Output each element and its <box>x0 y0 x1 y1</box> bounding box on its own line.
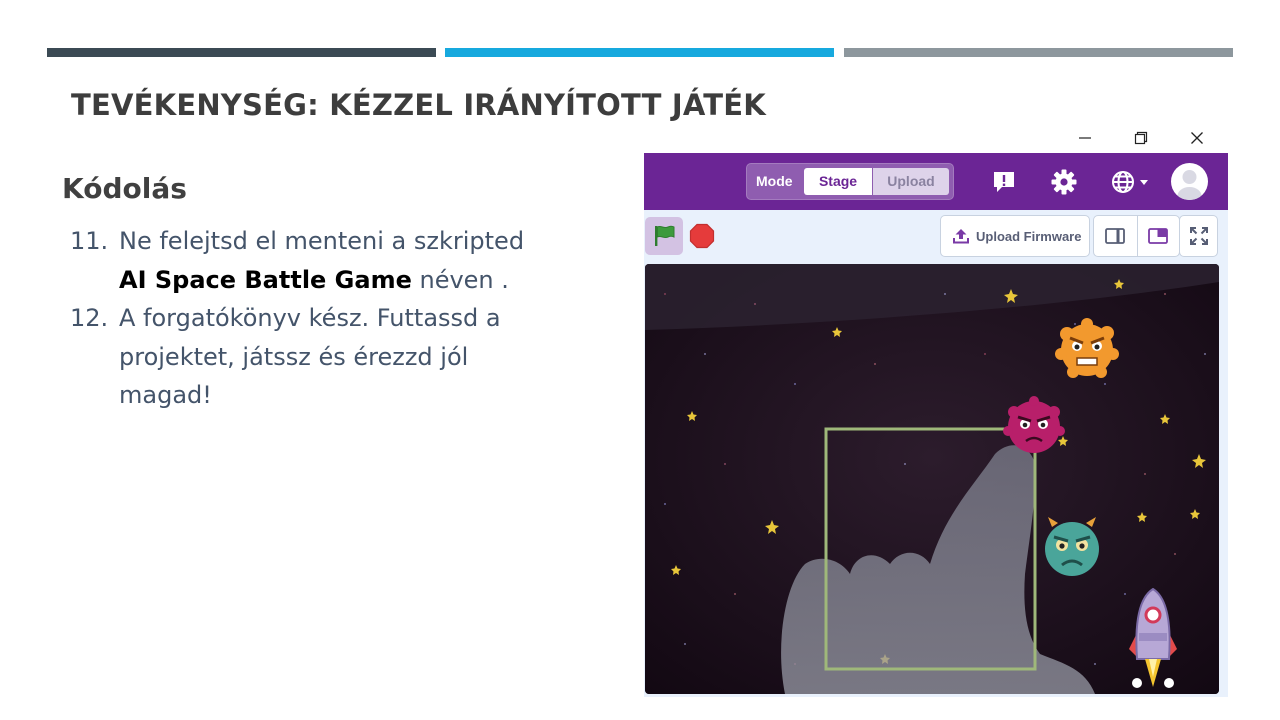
step-number: 12. <box>70 304 109 332</box>
step-number: 11. <box>70 227 109 255</box>
avatar[interactable] <box>1171 163 1208 200</box>
app-window: Mode Stage Upload Upload Firmware <box>644 153 1228 697</box>
green-flag-icon <box>655 225 675 246</box>
fullscreen-icon <box>1189 227 1208 245</box>
accent-bar-blue <box>445 48 834 57</box>
section-heading: Kódolás <box>62 172 187 205</box>
steps-list: 11. Ne felejtsd el menteni a szkripted A… <box>70 222 540 415</box>
upload-icon <box>953 229 969 244</box>
step-text: A forgatókönyv kész. Futtassd a projekte… <box>119 304 501 409</box>
chevron-down-icon <box>1140 180 1148 185</box>
restore-icon[interactable] <box>1126 126 1156 150</box>
fullscreen-button[interactable] <box>1179 215 1218 257</box>
upload-firmware-button[interactable]: Upload Firmware <box>940 215 1090 257</box>
green-monster <box>1045 517 1099 576</box>
stop-icon <box>689 223 715 249</box>
feedback-icon[interactable] <box>987 165 1021 199</box>
large-stage-layout-button[interactable] <box>1136 216 1180 256</box>
project-name: AI Space Battle Game <box>119 265 412 294</box>
stage-layout-toggle <box>1093 215 1180 257</box>
minimize-icon[interactable] <box>1070 126 1100 150</box>
step-text-before: Ne felejtsd el menteni a szkripted <box>119 227 525 255</box>
mode-upload-button[interactable]: Upload <box>873 168 949 195</box>
step-item: 12. A forgatókönyv kész. Futtassd a proj… <box>70 299 540 415</box>
app-header: Mode Stage Upload <box>644 153 1228 210</box>
window-controls <box>1068 126 1218 152</box>
step-text: Ne felejtsd el menteni a szkripted AI Sp… <box>119 222 540 299</box>
small-stage-layout-icon <box>1105 228 1126 244</box>
mode-switch: Mode Stage Upload <box>746 163 954 200</box>
slide-title: TEVÉKENYSÉG: KÉZZEL IRÁNYÍTOTT JÁTÉK <box>71 88 766 122</box>
mode-stage-button[interactable]: Stage <box>804 168 872 195</box>
close-icon[interactable] <box>1182 126 1212 150</box>
mode-label: Mode <box>756 173 793 189</box>
accent-bar-gray <box>844 48 1233 57</box>
gear-icon[interactable] <box>1045 165 1083 199</box>
accent-bar-dark <box>47 48 436 57</box>
step-text-after: néven . <box>411 265 509 294</box>
upload-firmware-label: Upload Firmware <box>976 228 1082 244</box>
step-item: 11. Ne felejtsd el menteni a szkripted A… <box>70 222 540 299</box>
green-flag-button[interactable] <box>645 217 683 255</box>
stage-toolbar: Upload Firmware <box>644 210 1228 264</box>
globe-icon[interactable] <box>1107 165 1155 199</box>
stage-canvas[interactable] <box>645 264 1219 694</box>
large-stage-layout-icon <box>1148 228 1169 244</box>
small-stage-layout-button[interactable] <box>1094 216 1137 256</box>
stop-button[interactable] <box>687 217 717 255</box>
